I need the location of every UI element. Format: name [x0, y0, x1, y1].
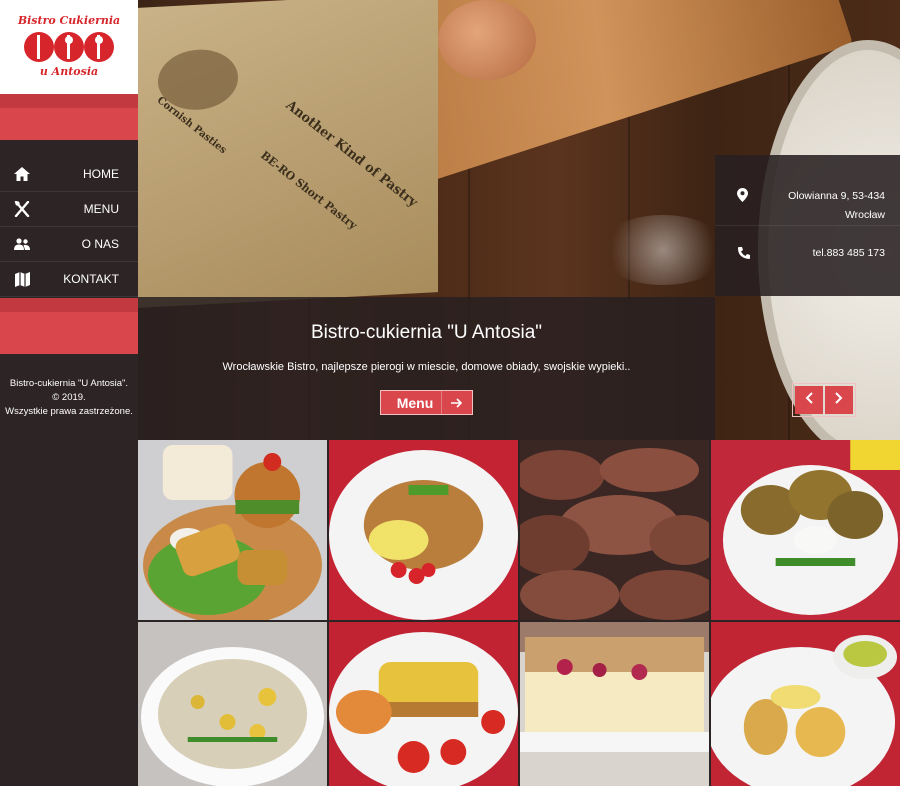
mushroom-soup-image — [138, 622, 327, 786]
main-nav: HOME MENU O NAS KONTAKT — [0, 157, 138, 297]
gallery-tile-cheesecake[interactable] — [520, 622, 709, 786]
gallery-tile-pancakes[interactable] — [711, 440, 900, 620]
footer-line: © 2019. — [52, 392, 86, 403]
nav-item-label: KONTAKT — [63, 272, 119, 286]
breaded-cutlets-image — [711, 622, 900, 786]
burger-plate-image — [138, 440, 327, 620]
address-line: Olowianna 9, 53-434 — [788, 190, 885, 202]
phone-text[interactable]: tel.883 485 173 — [813, 244, 885, 263]
sidebar-footer: Bistro-cukiernia "U Antosia". © 2019. Ws… — [0, 377, 138, 419]
nav-item-label: MENU — [83, 202, 119, 216]
gallery-tile-cutlets[interactable] — [711, 622, 900, 786]
hero-title-text: Bistro-cukiernia — [310, 322, 448, 343]
gallery-tile-soup[interactable] — [138, 622, 327, 786]
menu-button[interactable]: Menu — [380, 390, 473, 415]
lasagna-plate-image — [329, 622, 518, 786]
contact-box: Olowianna 9, 53-434 Wrocław tel.883 485 … — [715, 155, 900, 296]
hero-caption: Bistro-cukiernia "U Antosia" Wrocławskie… — [138, 297, 715, 440]
gallery-tile-cookies[interactable] — [520, 440, 709, 620]
divider — [715, 225, 900, 226]
logo-text-top: Bistro Cukiernia — [17, 14, 121, 27]
cutlery-icon — [12, 199, 32, 219]
nav-item-label: HOME — [83, 167, 119, 181]
footer-line: Wszystkie prawa zastrzeżone. — [5, 406, 133, 417]
book-heading: BE-RO Short Pastry — [258, 148, 360, 233]
gallery-tile-chicken[interactable] — [329, 440, 518, 620]
address-text: Olowianna 9, 53-434 Wrocław — [788, 187, 885, 225]
sidebar: Bistro Cukiernia u Antosia HOME MENU O N… — [0, 0, 138, 784]
footer-line: Bistro-cukiernia "U Antosia". — [9, 378, 129, 389]
chevron-left-icon — [805, 391, 813, 409]
map-icon — [12, 269, 32, 289]
slider-controls — [715, 297, 900, 440]
menu-button-label: Menu — [396, 394, 434, 411]
address-line: Wrocław — [844, 209, 885, 221]
logo-plates-icon — [24, 32, 114, 62]
arrow-right-icon — [441, 391, 472, 414]
chocolate-cookies-image — [520, 440, 709, 620]
chicken-plate-image — [329, 440, 518, 620]
red-band-bottom — [0, 298, 138, 354]
logo-text-bottom: u Antosia — [39, 65, 99, 78]
nav-item-label: O NAS — [81, 237, 119, 251]
hero-slider: Cornish Pasties Another Kind of Pastry B… — [138, 0, 900, 440]
gallery-tile-lasagna[interactable] — [329, 622, 518, 786]
users-icon — [12, 234, 32, 254]
hero-title-name: "U Antosia" — [447, 322, 543, 343]
nav-item-contact[interactable]: KONTAKT — [0, 262, 138, 297]
home-icon — [12, 164, 32, 184]
potato-pancakes-image — [711, 440, 900, 620]
gallery-tile-burger[interactable] — [138, 440, 327, 620]
chevron-right-icon — [835, 391, 843, 409]
recipe-book-image: Cornish Pasties Another Kind of Pastry B… — [138, 0, 438, 308]
phone-icon — [737, 246, 751, 260]
logo[interactable]: Bistro Cukiernia u Antosia — [0, 0, 138, 94]
hero-description: Wrocławskie Bistro, najlepsze pierogi w … — [222, 361, 631, 373]
slider-next-button[interactable] — [825, 386, 853, 414]
hero-title: Bistro-cukiernia "U Antosia" — [138, 322, 715, 344]
egg-shell-image — [438, 0, 536, 80]
flour-dust — [598, 215, 728, 285]
cheesecake-image — [520, 622, 709, 786]
nav-item-home[interactable]: HOME — [0, 157, 138, 192]
food-gallery — [138, 440, 900, 786]
slider-prev-button[interactable] — [795, 386, 823, 414]
nav-item-menu[interactable]: MENU — [0, 192, 138, 227]
nav-item-about[interactable]: O NAS — [0, 227, 138, 262]
red-band-top — [0, 94, 138, 140]
map-marker-icon — [737, 188, 751, 202]
